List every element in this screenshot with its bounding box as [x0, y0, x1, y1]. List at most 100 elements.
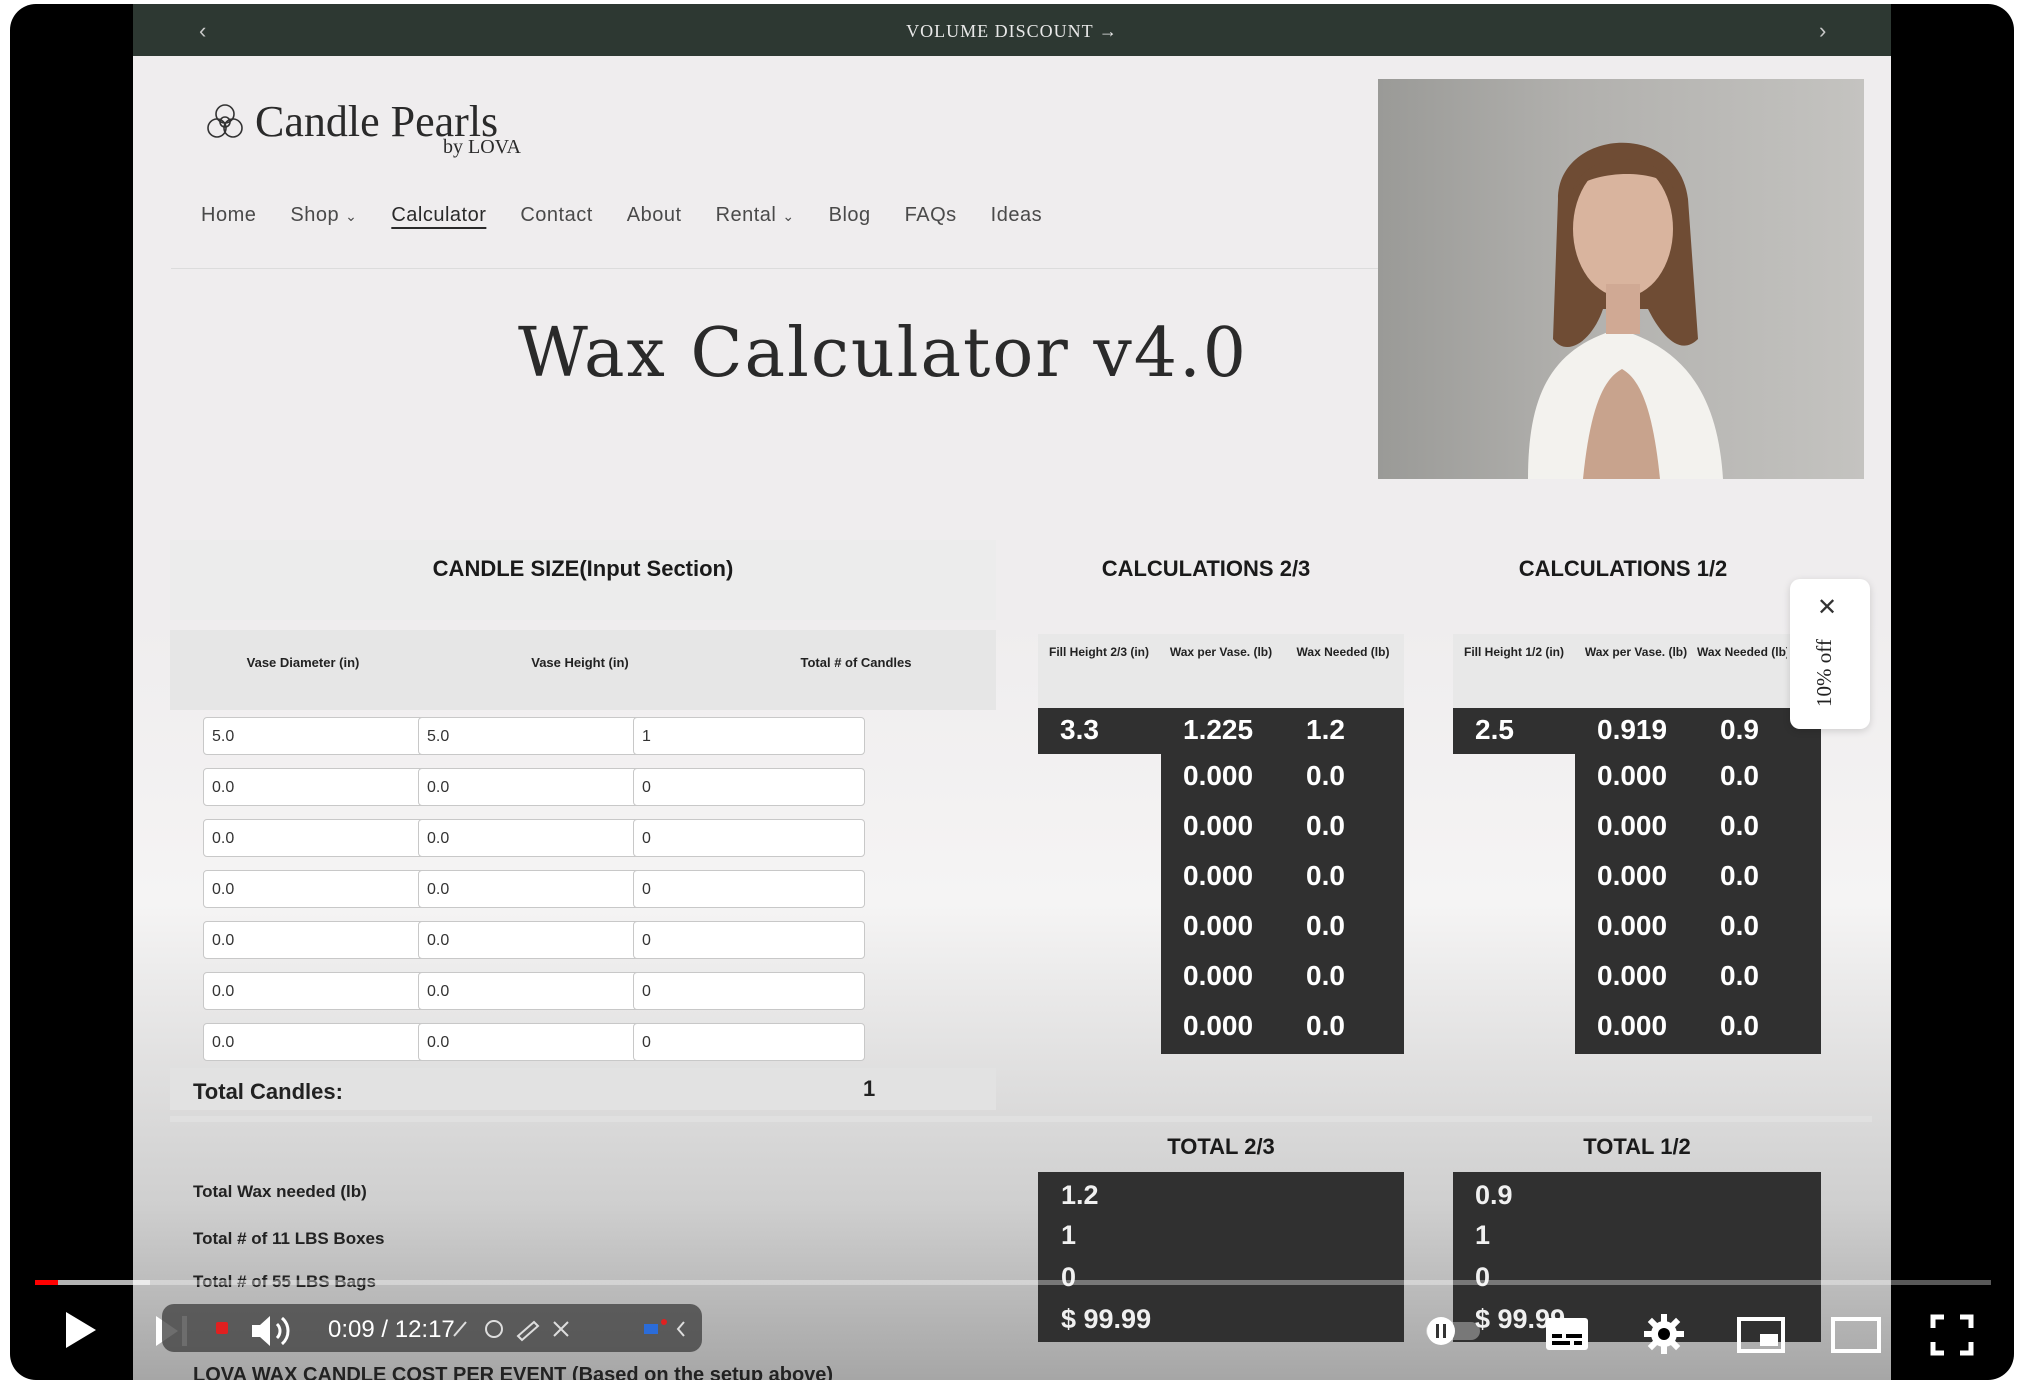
candle-count-input[interactable]: 0 — [633, 768, 865, 806]
vase-height-input[interactable]: 0.0 — [418, 819, 650, 857]
wax-needed-value: 0.0 — [1720, 860, 1759, 891]
wax-per-vase-value: 1.225 — [1183, 714, 1254, 745]
settings-gear-icon[interactable] — [1642, 1312, 1686, 1356]
announcement-text[interactable]: VOLUME DISCOUNT → — [133, 21, 1891, 42]
total-t23-value: $ 99.99 — [1061, 1304, 1152, 1334]
col-vase-height: Vase Height (in) — [531, 655, 629, 670]
record-stop-icon[interactable] — [216, 1322, 228, 1334]
subtitles-icon[interactable] — [1544, 1316, 1590, 1352]
candle-count-input[interactable]: 0 — [633, 819, 865, 857]
total-candles-label: Total Candles: — [193, 1079, 343, 1104]
nav-item-contact[interactable]: Contact — [520, 204, 592, 227]
cost-per-event-heading: LOVA WAX CANDLE COST PER EVENT (Based on… — [193, 1364, 834, 1380]
wax-needed-value: 0.0 — [1720, 1010, 1759, 1041]
vase-height-input[interactable]: 5.0 — [418, 717, 650, 755]
vase-diameter-input[interactable]: 5.0 — [203, 717, 435, 755]
play-icon[interactable] — [62, 1310, 100, 1350]
totals-divider — [170, 1116, 1872, 1122]
close-icon[interactable]: ✕ — [1817, 593, 1837, 622]
video-player[interactable]: ‹ VOLUME DISCOUNT → › Candle Pearls by L… — [10, 4, 2014, 1380]
nav-item-ideas[interactable]: Ideas — [991, 204, 1042, 227]
wax-needed-value: 1.2 — [1306, 714, 1345, 745]
vase-height-input[interactable]: 0.0 — [418, 870, 650, 908]
nav-item-label: Blog — [828, 204, 871, 226]
total-12-heading: TOTAL 1/2 — [1583, 1134, 1691, 1159]
candle-count-input[interactable]: 1 — [633, 717, 865, 755]
progress-buffered — [58, 1280, 150, 1285]
wax-needed-value: 0.0 — [1720, 960, 1759, 991]
wax-per-vase-value: 0.000 — [1183, 910, 1254, 941]
chevron-down-icon: ⌄ — [782, 208, 795, 224]
wax-per-vase-value: 0.000 — [1597, 810, 1668, 841]
vase-height-input[interactable]: 0.0 — [418, 1023, 650, 1061]
total-t23-value: 1 — [1061, 1220, 1077, 1250]
time-display: 0:09 / 12:17 — [328, 1316, 455, 1343]
wax-per-vase-value: 0.000 — [1597, 860, 1668, 891]
nav-item-blog[interactable]: Blog — [829, 204, 871, 227]
drawing-tools-icon[interactable] — [444, 1314, 704, 1344]
vase-diameter-input[interactable]: 0.0 — [203, 768, 435, 806]
vase-height-input[interactable]: 0.0 — [418, 972, 650, 1010]
page-title: Wax Calculator v4.0 — [518, 314, 1248, 393]
wax-needed-value: 0.0 — [1720, 910, 1759, 941]
wax-per-vase-value: 0.000 — [1183, 810, 1254, 841]
candle-count-input[interactable]: 0 — [633, 870, 865, 908]
main-nav: Home Shop ⌄ Calculator Contact About Rental ⌄ Bl… — [201, 204, 1076, 227]
progress-played[interactable] — [35, 1280, 58, 1285]
discount-label[interactable]: 10% off — [1812, 639, 1837, 707]
total-t23-value: 1.2 — [1061, 1180, 1099, 1210]
nav-item-about[interactable]: About — [627, 204, 682, 227]
calc-23-col-wax-per: Wax per Vase. (lb) — [1169, 645, 1273, 659]
theater-mode-icon[interactable] — [1830, 1316, 1882, 1354]
calc-12-fill-height: 2.5 — [1475, 714, 1514, 745]
wax-per-vase-value: 0.000 — [1183, 760, 1254, 791]
wax-per-vase-value: 0.919 — [1597, 714, 1668, 745]
wax-needed-value: 0.0 — [1306, 910, 1345, 941]
miniplayer-icon[interactable] — [1736, 1316, 1786, 1354]
wax-per-vase-value: 0.000 — [1183, 960, 1254, 991]
vase-diameter-input[interactable]: 0.0 — [203, 870, 435, 908]
nav-item-shop[interactable]: Shop ⌄ — [290, 204, 357, 227]
wax-needed-value: 0.0 — [1306, 860, 1345, 891]
col-total-candles: Total # of Candles — [800, 655, 912, 670]
input-section-heading: CANDLE SIZE(Input Section) — [432, 556, 734, 581]
calc-12-col-fill: Fill Height 1/2 (in) — [1463, 645, 1564, 659]
vase-height-input[interactable]: 0.0 — [418, 768, 650, 806]
total-t23-value: 0 — [1061, 1262, 1077, 1292]
nav-item-label: Contact — [520, 204, 593, 226]
total-23-heading: TOTAL 2/3 — [1167, 1134, 1275, 1159]
total-wax-label: Total Wax needed (lb) — [193, 1182, 367, 1201]
candle-count-input[interactable]: 0 — [633, 972, 865, 1010]
vase-diameter-input[interactable]: 0.0 — [203, 972, 435, 1010]
volume-icon[interactable] — [250, 1312, 296, 1350]
nav-item-calculator[interactable]: Calculator — [391, 204, 486, 227]
discount-popup[interactable]: ✕ 10% off — [1790, 579, 1870, 729]
fullscreen-icon[interactable] — [1930, 1314, 1974, 1356]
nav-item-label: Calculator — [391, 204, 487, 226]
vase-diameter-input[interactable]: 0.0 — [203, 921, 435, 959]
nav-item-rental[interactable]: Rental ⌄ — [716, 204, 795, 227]
website-screen: ‹ VOLUME DISCOUNT → › Candle Pearls by L… — [133, 4, 1891, 1380]
wax-needed-value: 0.0 — [1306, 1010, 1345, 1041]
total-candles-value: 1 — [863, 1076, 876, 1101]
wax-per-vase-value: 0.000 — [1597, 910, 1668, 941]
vase-diameter-input[interactable]: 0.0 — [203, 1023, 435, 1061]
nav-item-faqs[interactable]: FAQs — [905, 204, 957, 227]
announcement-next-icon[interactable]: › — [1819, 18, 1826, 44]
wax-needed-value: 0.0 — [1720, 810, 1759, 841]
wax-needed-value: 0.0 — [1306, 960, 1345, 991]
calc-23-fill-height: 3.3 — [1060, 714, 1099, 745]
nav-item-home[interactable]: Home — [201, 204, 256, 227]
candle-count-input[interactable]: 0 — [633, 1023, 865, 1061]
total-t12-value: 1 — [1475, 1220, 1491, 1250]
vase-height-input[interactable]: 0.0 — [418, 921, 650, 959]
candle-count-input[interactable]: 0 — [633, 921, 865, 959]
chevron-down-icon: ⌄ — [345, 208, 358, 224]
autoplay-toggle-icon[interactable] — [1424, 1314, 1484, 1348]
wax-needed-value: 0.0 — [1306, 810, 1345, 841]
nav-item-label: Home — [201, 204, 257, 226]
wax-needed-value: 0.0 — [1306, 760, 1345, 791]
vase-diameter-input[interactable]: 0.0 — [203, 819, 435, 857]
nav-item-label: About — [626, 204, 682, 226]
progress-track[interactable] — [35, 1280, 1991, 1285]
